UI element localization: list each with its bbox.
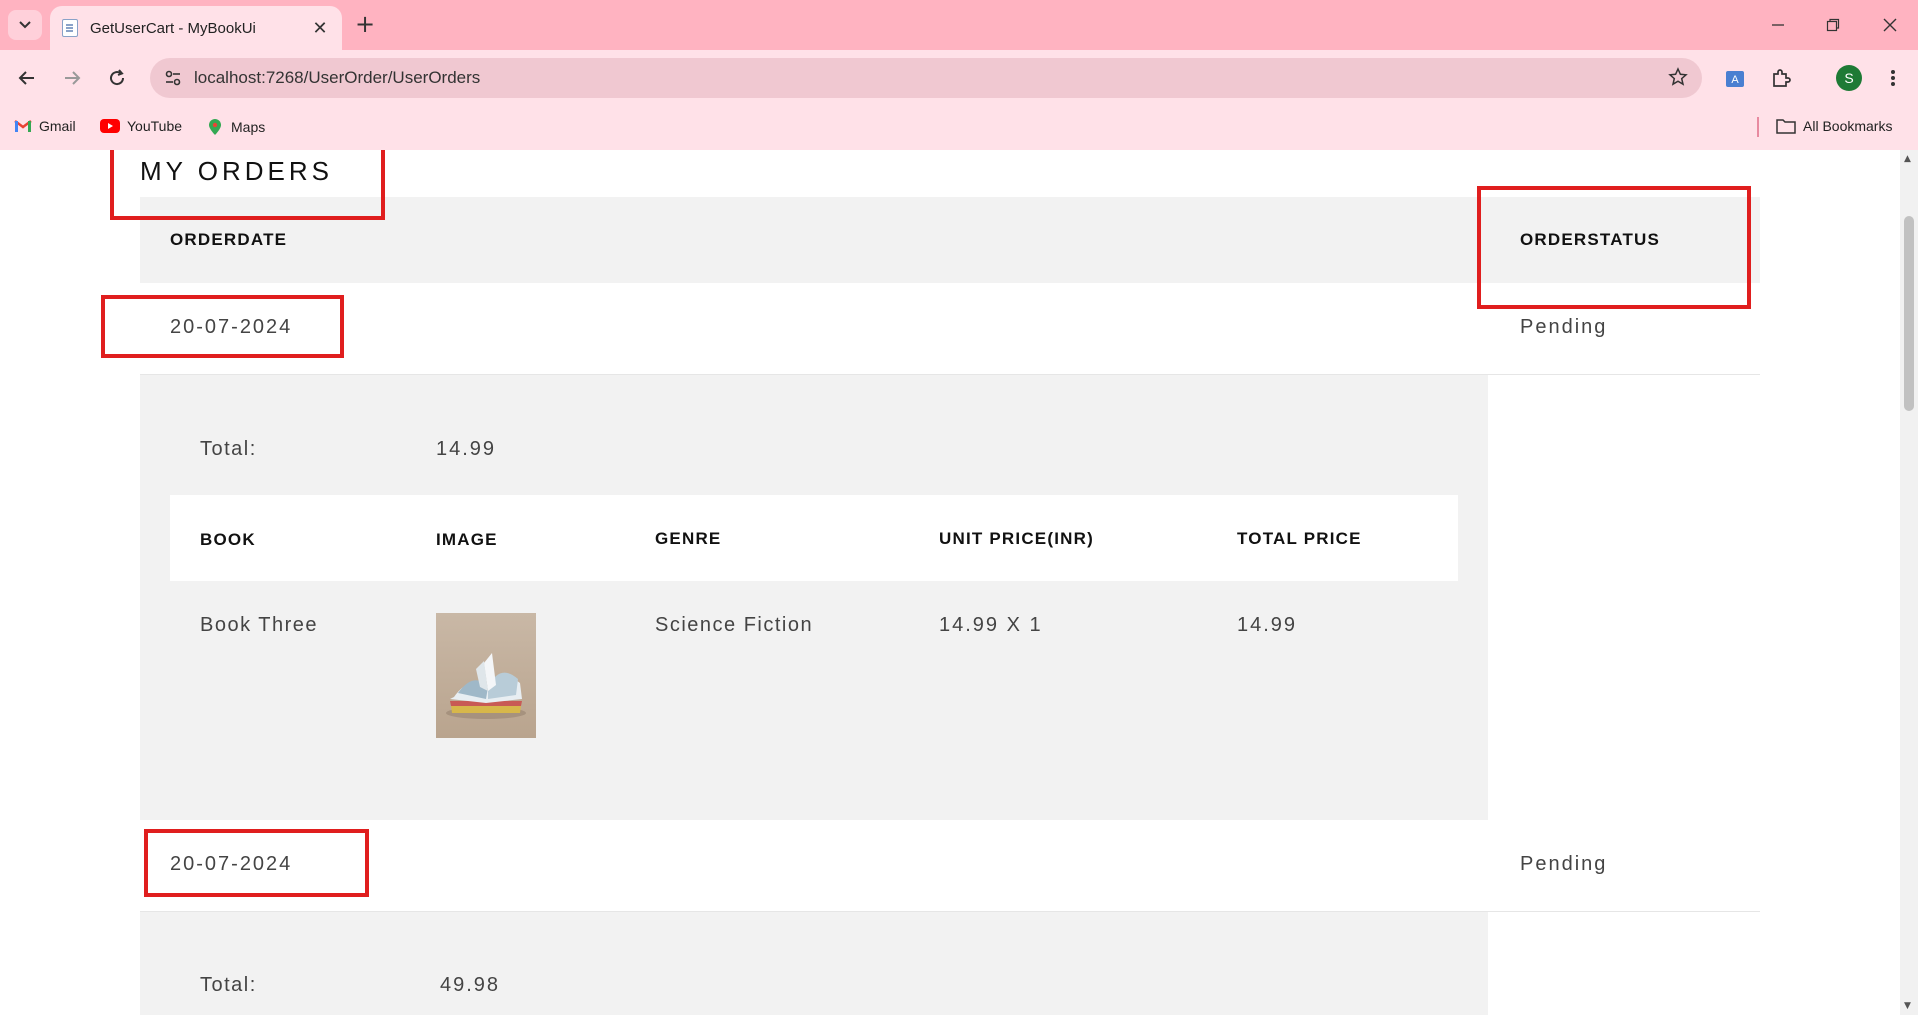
order-details-panel	[140, 912, 1488, 1015]
address-bar[interactable]: localhost:7268/UserOrder/UserOrders	[150, 58, 1702, 98]
page-viewport: MY ORDERS ORDERDATE ORDERSTATUS 20-07-20…	[0, 150, 1900, 1015]
bookmark-gmail[interactable]: Gmail	[14, 118, 76, 134]
close-icon	[1883, 18, 1897, 32]
highlight-box-order-date-2	[144, 829, 369, 897]
highlight-box-orderstatus	[1477, 186, 1751, 309]
tab-title: GetUserCart - MyBookUi	[90, 19, 256, 37]
bookmarks-bar: Gmail YouTube Maps All Bookmarks	[0, 106, 1918, 150]
items-header-genre: GENRE	[655, 529, 722, 548]
bookmarks-separator	[1757, 117, 1759, 137]
gmail-icon	[14, 120, 32, 132]
total-label: Total:	[200, 974, 257, 996]
close-window-button[interactable]	[1870, 10, 1910, 40]
chevron-down-icon	[19, 21, 31, 29]
browser-toolbar: localhost:7268/UserOrder/UserOrders A S	[0, 50, 1918, 106]
items-header-book: BOOK	[200, 530, 256, 549]
reload-button[interactable]	[100, 61, 134, 95]
arrow-right-icon	[65, 71, 81, 85]
bookmark-star-icon[interactable]	[1668, 67, 1688, 91]
column-header-orderdate: ORDERDATE	[170, 230, 288, 249]
svg-text:A: A	[1731, 74, 1739, 86]
scroll-down-arrow-icon[interactable]: ▼	[1904, 1001, 1911, 1011]
minimize-button[interactable]	[1758, 10, 1798, 40]
items-header-total-price: TOTAL PRICE	[1237, 529, 1362, 548]
bookmark-youtube[interactable]: YouTube	[100, 118, 182, 134]
book-cover-image	[436, 613, 536, 738]
page-scrollbar[interactable]: ▲ ▼	[1900, 150, 1918, 1015]
arrow-left-icon	[18, 71, 34, 85]
tab-search-button[interactable]	[8, 10, 42, 40]
more-vertical-icon	[1891, 70, 1895, 86]
site-info-icon[interactable]	[164, 69, 182, 87]
order-details-panel	[140, 375, 1488, 820]
items-header-unit-price: UNIT PRICE(INR)	[939, 529, 1094, 548]
restore-icon	[1826, 18, 1840, 32]
order-status: Pending	[1520, 853, 1608, 875]
page-favicon-icon	[62, 19, 78, 37]
translate-extension-icon: A	[1726, 71, 1744, 87]
item-book-title: Book Three	[200, 614, 319, 636]
highlight-box-title	[110, 150, 385, 220]
browser-menu-button[interactable]	[1876, 61, 1910, 95]
reload-icon	[110, 69, 125, 86]
restore-button[interactable]	[1813, 10, 1853, 40]
order-status: Pending	[1520, 316, 1608, 338]
bookmark-label: YouTube	[127, 118, 183, 134]
youtube-icon	[100, 119, 120, 133]
active-tab[interactable]: GetUserCart - MyBookUi ✕	[50, 6, 342, 50]
maps-icon	[209, 119, 221, 135]
folder-icon	[1776, 119, 1796, 134]
browser-tab-bar: GetUserCart - MyBookUi ✕ +	[0, 0, 1918, 50]
item-unit-price: 14.99 X 1	[939, 614, 1043, 636]
extensions-button[interactable]	[1764, 61, 1798, 95]
bookmark-label: Maps	[231, 119, 266, 135]
close-tab-icon[interactable]: ✕	[310, 18, 330, 39]
url-text: localhost:7268/UserOrder/UserOrders	[194, 68, 481, 87]
back-button[interactable]	[10, 61, 44, 95]
item-genre: Science Fiction	[655, 614, 814, 636]
item-total-price: 14.99	[1237, 614, 1298, 636]
profile-avatar[interactable]: S	[1836, 65, 1862, 91]
total-label: Total:	[200, 438, 257, 460]
highlight-box-order-date	[101, 295, 344, 358]
new-tab-button[interactable]: +	[352, 12, 378, 38]
bookmark-label: Gmail	[39, 118, 76, 134]
minimize-icon	[1772, 24, 1784, 26]
items-header-image: IMAGE	[436, 530, 498, 549]
forward-button[interactable]	[55, 61, 89, 95]
order-total-value: 49.98	[440, 974, 501, 996]
all-bookmarks-button[interactable]: All Bookmarks	[1776, 118, 1892, 134]
scroll-up-arrow-icon[interactable]: ▲	[1904, 154, 1911, 164]
order-total-value: 14.99	[436, 438, 497, 460]
bookmark-maps[interactable]: Maps	[206, 118, 265, 136]
extension-translate-button[interactable]: A	[1718, 61, 1752, 95]
scroll-thumb[interactable]	[1904, 216, 1914, 411]
all-bookmarks-label: All Bookmarks	[1803, 118, 1893, 134]
puzzle-icon	[1773, 69, 1791, 87]
